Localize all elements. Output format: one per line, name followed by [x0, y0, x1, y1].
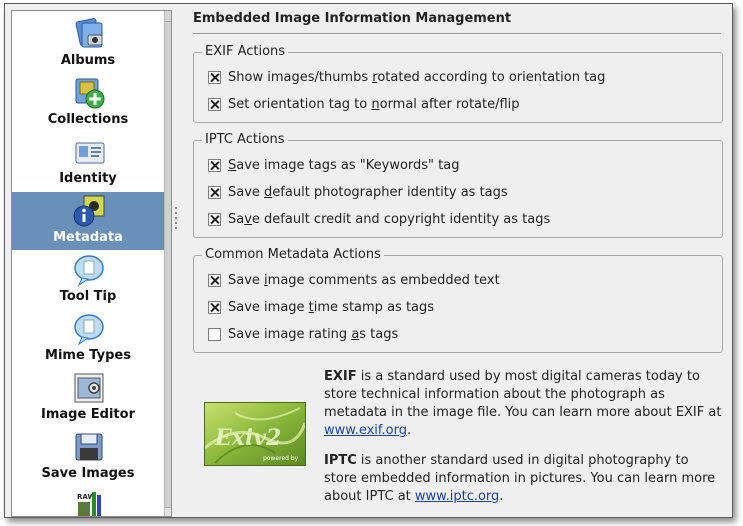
show-rotated-checkbox[interactable]: Show images/thumbs rotated according to … — [208, 68, 605, 86]
setup-dialog: Albums Collections Identity Metadata Too… — [4, 3, 733, 518]
sidebar-item-tooltip[interactable]: Tool Tip — [12, 251, 164, 309]
sidebar-scrollbar[interactable] — [164, 11, 171, 516]
save-photographer-identity-checkbox[interactable]: Save default photographer identity as ta… — [208, 183, 508, 201]
image-editor-icon — [74, 373, 104, 403]
splitter-handle[interactable] — [171, 204, 181, 234]
iptc-actions-group: IPTC Actions Save image tags as "Keyword… — [193, 132, 723, 238]
save-comments-checkbox[interactable]: Save image comments as embedded text — [208, 271, 500, 289]
sidebar-item-save-images[interactable]: Save Images — [12, 428, 164, 486]
checkbox[interactable] — [208, 327, 221, 341]
save-credit-copyright-checkbox[interactable]: Save default credit and copyright identi… — [208, 210, 550, 228]
sidebar-item-raw-decoding[interactable]: RAW — [12, 487, 164, 516]
checkbox[interactable] — [208, 158, 221, 172]
checkbox[interactable] — [208, 97, 221, 111]
exif-description: EXIF is a standard used by most digital … — [324, 369, 722, 438]
sidebar-item-image-editor[interactable]: Image Editor — [12, 369, 164, 427]
group-title: EXIF Actions — [202, 44, 289, 59]
iptc-link[interactable]: www.iptc.org — [415, 489, 499, 504]
sidebar-item-label: Albums — [60, 53, 116, 68]
exiv2-logo: Exiv2 powered by — [204, 402, 306, 466]
sidebar-item-label: Metadata — [53, 230, 123, 245]
svg-text:powered by: powered by — [263, 455, 299, 462]
raw-decoding-icon: RAW — [77, 492, 101, 516]
option-label: Save default photographer identity as ta… — [228, 184, 508, 200]
sidebar-item-collections[interactable]: Collections — [12, 74, 164, 132]
metadata-icon — [73, 195, 105, 227]
option-label: Save image time stamp as tags — [228, 299, 435, 315]
option-label: Save default credit and copyright identi… — [228, 211, 551, 227]
identity-icon — [75, 142, 105, 164]
checkbox[interactable] — [208, 273, 221, 287]
sidebar-item-metadata[interactable]: Metadata — [12, 192, 164, 250]
sidebar: Albums Collections Identity Metadata Too… — [11, 10, 172, 517]
sidebar-item-label: Image Editor — [40, 407, 135, 422]
scroll-thumb[interactable] — [165, 21, 171, 508]
option-label: Save image rating as tags — [228, 326, 399, 342]
mime-types-icon — [74, 314, 104, 346]
set-orientation-normal-checkbox[interactable]: Set orientation tag to normal after rota… — [208, 95, 520, 113]
group-title: IPTC Actions — [202, 132, 288, 147]
exif-link[interactable]: www.exif.org — [324, 423, 407, 438]
option-label: Save image comments as embedded text — [228, 272, 500, 288]
iptc-description: IPTC is another standard used in digital… — [324, 453, 716, 504]
albums-icon — [75, 18, 103, 48]
divider — [193, 33, 721, 34]
save-rating-checkbox[interactable]: Save image rating as tags — [208, 325, 398, 343]
common-metadata-actions-group: Common Metadata Actions Save image comme… — [193, 247, 723, 353]
option-label: Set orientation tag to normal after rota… — [228, 96, 520, 112]
svg-text:Exiv2: Exiv2 — [214, 425, 281, 451]
collections-icon — [75, 78, 105, 109]
exif-actions-group: EXIF Actions Show images/thumbs rotated … — [193, 44, 723, 123]
sidebar-item-label: Mime Types — [45, 348, 131, 363]
save-tags-keywords-checkbox[interactable]: Save image tags as "Keywords" tag — [208, 156, 459, 174]
sidebar-item-label: Save Images — [41, 466, 135, 481]
sidebar-item-label: Collections — [47, 112, 129, 127]
save-timestamp-checkbox[interactable]: Save image time stamp as tags — [208, 298, 434, 316]
checkbox[interactable] — [208, 212, 221, 226]
sidebar-item-identity[interactable]: Identity — [12, 133, 164, 191]
option-label: Show images/thumbs rotated according to … — [228, 69, 606, 85]
sidebar-item-mime-types[interactable]: Mime Types — [12, 310, 164, 368]
option-label: Save image tags as "Keywords" tag — [228, 157, 460, 173]
checkbox[interactable] — [208, 185, 221, 199]
checkbox[interactable] — [208, 300, 221, 314]
save-images-icon — [75, 433, 103, 461]
checkbox[interactable] — [208, 70, 221, 84]
page-title: Embedded Image Information Management — [193, 11, 512, 26]
sidebar-item-albums[interactable]: Albums — [12, 15, 164, 73]
sidebar-item-label: Identity — [59, 171, 117, 186]
tooltip-icon — [74, 255, 104, 287]
sidebar-item-label: Tool Tip — [59, 289, 117, 304]
scroll-up-arrow[interactable] — [165, 11, 171, 21]
group-title: Common Metadata Actions — [202, 247, 384, 262]
